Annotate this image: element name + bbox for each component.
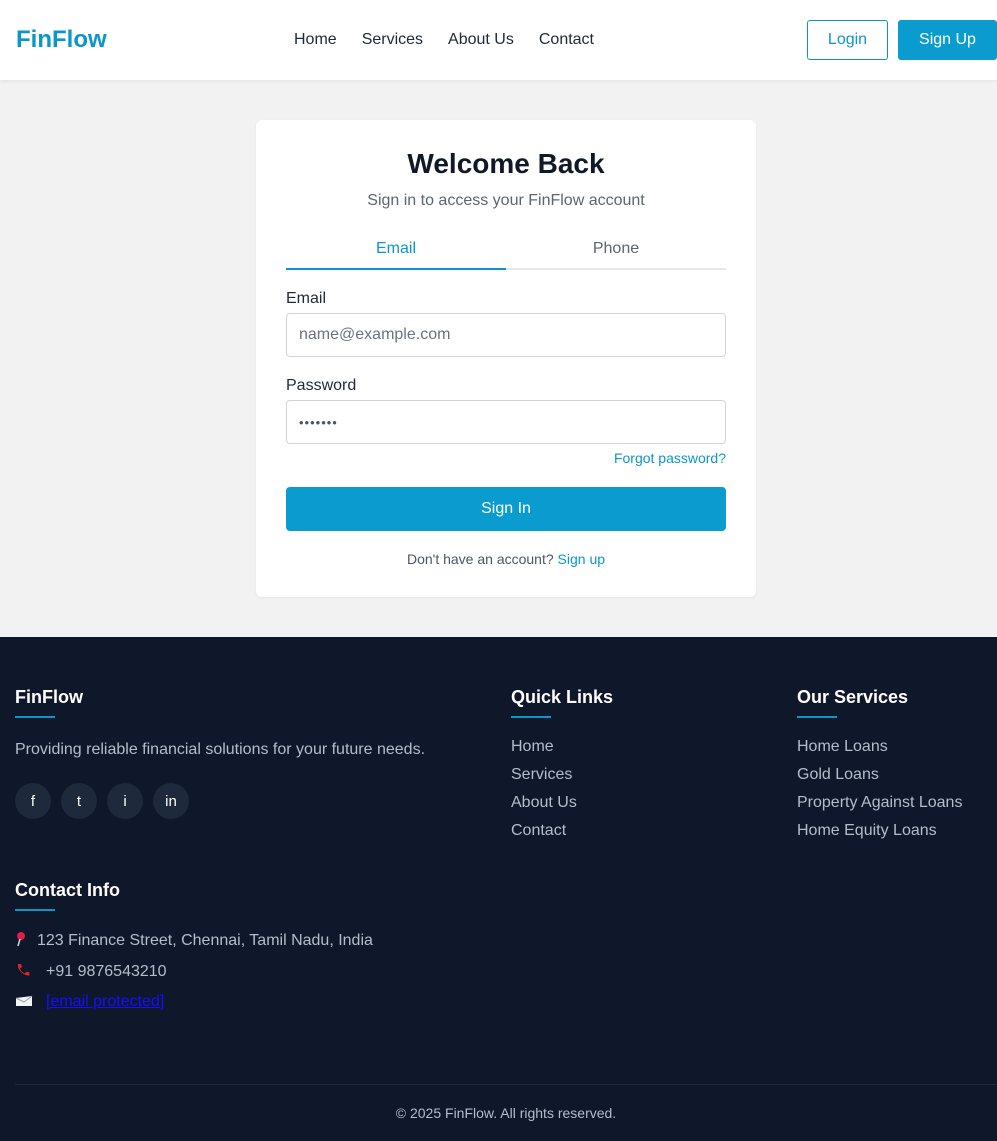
tab-phone[interactable]: Phone: [506, 232, 726, 268]
contact-info-title: Contact Info: [15, 880, 120, 900]
footer-description: Providing reliable financial solutions f…: [15, 741, 426, 758]
service-home-loans[interactable]: Home Loans: [797, 738, 962, 766]
signin-button[interactable]: Sign In: [286, 487, 726, 531]
signup-link[interactable]: Sign up: [558, 551, 605, 567]
login-method-tabs: Email Phone: [286, 232, 726, 270]
footer-link-home[interactable]: Home: [511, 738, 577, 766]
signin-card: Welcome Back Sign in to access your FinF…: [256, 120, 756, 597]
footer-brand-underline: [15, 716, 55, 718]
linkedin-icon[interactable]: in: [153, 783, 189, 819]
map-pin-icon: [15, 931, 37, 950]
tab-email[interactable]: Email: [286, 232, 506, 270]
password-label: Password: [286, 377, 357, 394]
nav-home[interactable]: Home: [294, 30, 337, 50]
signup-prompt: Don't have an account? Sign up: [256, 551, 756, 567]
phone-icon: [15, 962, 46, 981]
signup-button[interactable]: Sign Up: [898, 20, 997, 60]
footer-divider: [15, 1084, 997, 1085]
services-list: Home Loans Gold Loans Property Against L…: [797, 738, 962, 850]
nav-contact[interactable]: Contact: [539, 30, 594, 50]
contact-phone: +91 9876543210: [15, 962, 167, 981]
contact-info-underline: [15, 909, 55, 911]
footer-link-about-us[interactable]: About Us: [511, 794, 577, 822]
nav-services[interactable]: Services: [362, 30, 423, 50]
footer-link-services[interactable]: Services: [511, 766, 577, 794]
envelope-icon: [15, 994, 46, 1011]
copyright: © 2025 FinFlow. All rights reserved.: [395, 1105, 617, 1121]
footer-link-contact[interactable]: Contact: [511, 822, 577, 850]
facebook-icon[interactable]: f: [15, 783, 51, 819]
no-account-text: Don't have an account?: [406, 551, 554, 567]
email-label: Email: [286, 290, 327, 307]
forgot-password-link[interactable]: Forgot password?: [614, 450, 726, 466]
footer-brand: FinFlow: [15, 687, 83, 707]
login-button[interactable]: Login: [807, 20, 888, 60]
contact-address: 123 Finance Street, Chennai, Tamil Nadu,…: [15, 931, 373, 950]
twitter-icon[interactable]: t: [61, 783, 97, 819]
instagram-icon[interactable]: i: [107, 783, 143, 819]
service-home-equity-loans[interactable]: Home Equity Loans: [797, 822, 962, 850]
page-subtitle: Sign in to access your FinFlow account: [367, 192, 645, 209]
brand-logo[interactable]: FinFlow: [16, 26, 107, 54]
main-nav: Home Services About Us Contact: [294, 30, 619, 50]
quick-links-underline: [511, 716, 551, 718]
password-field[interactable]: •••••••: [286, 400, 726, 444]
address-text: 123 Finance Street, Chennai, Tamil Nadu,…: [37, 931, 373, 949]
contact-email: [email protected]: [15, 993, 164, 1011]
nav-about-us[interactable]: About Us: [448, 30, 514, 50]
quick-links-title: Quick Links: [511, 687, 614, 707]
service-gold-loans[interactable]: Gold Loans: [797, 766, 962, 794]
our-services-title: Our Services: [797, 687, 909, 707]
email-field[interactable]: name@example.com: [286, 313, 726, 357]
site-footer: FinFlow Providing reliable financial sol…: [0, 637, 997, 1141]
our-services-underline: [797, 716, 837, 718]
service-property-against-loans[interactable]: Property Against Loans: [797, 794, 962, 822]
email-link[interactable]: [email protected]: [46, 993, 164, 1011]
site-header: FinFlow Home Services About Us Contact L…: [0, 0, 997, 80]
quick-links-list: Home Services About Us Contact: [511, 738, 577, 850]
phone-text[interactable]: +91 9876543210: [46, 963, 167, 981]
page-title: Welcome Back: [407, 148, 605, 179]
